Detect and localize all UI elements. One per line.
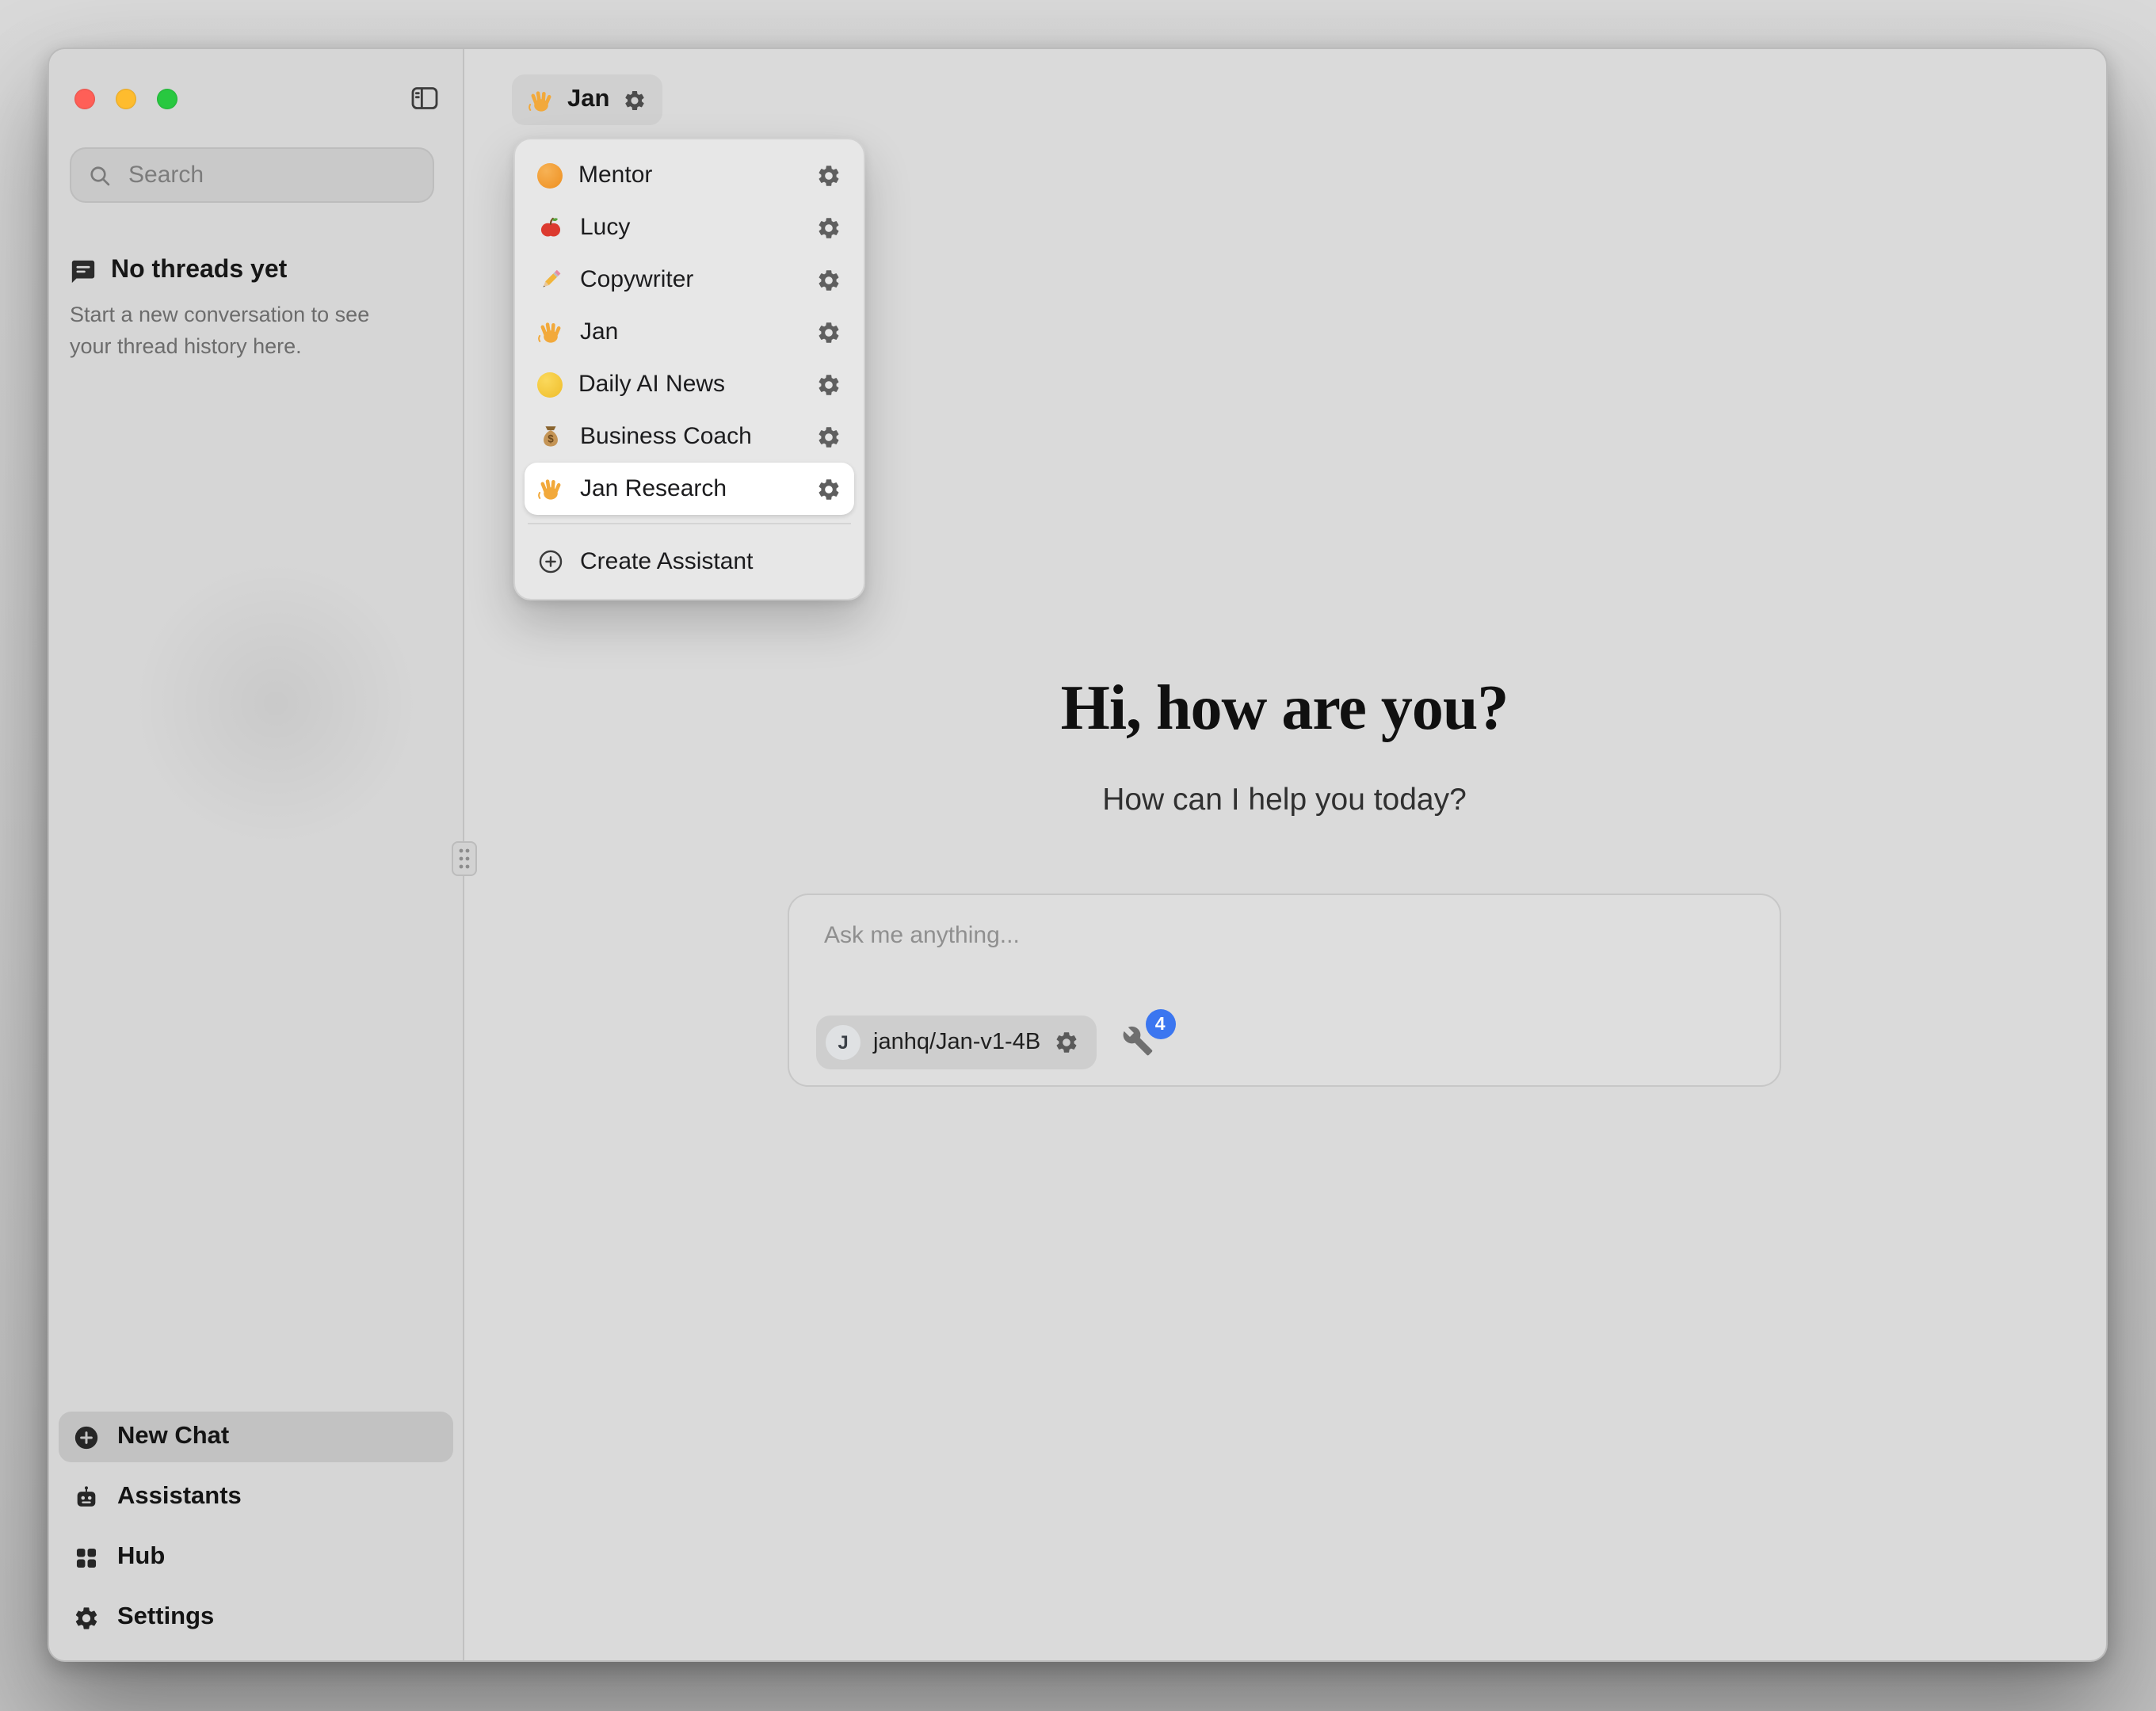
menu-item-label: Daily AI News <box>578 371 800 398</box>
search-field[interactable] <box>70 147 434 203</box>
gear-icon[interactable] <box>816 372 841 397</box>
sidebar-item-label: Hub <box>117 1543 165 1572</box>
menu-item-label: Jan <box>580 318 800 345</box>
sidebar-item-label: New Chat <box>117 1423 229 1451</box>
assistant-dropdown-menu: Mentor Lucy Copywriter Jan Daily AI News <box>513 138 865 600</box>
sidebar-smudge <box>78 505 474 901</box>
menu-item-label: Business Coach <box>580 423 800 450</box>
composer-card[interactable]: J janhq/Jan-v1-4B 4 <box>788 894 1781 1087</box>
gear-icon <box>73 1604 100 1631</box>
assistant-settings-gear-icon[interactable] <box>622 88 646 112</box>
assistant-selector-button[interactable]: Jan <box>512 74 662 125</box>
empty-state-title: No threads yet <box>111 257 287 285</box>
orange-circle-icon <box>537 162 563 188</box>
composer-toolbar: J janhq/Jan-v1-4B 4 <box>816 1016 1156 1069</box>
menu-item-business-coach[interactable]: Business Coach <box>525 410 854 463</box>
sidebar-item-label: Assistants <box>117 1483 242 1511</box>
menu-item-mentor[interactable]: Mentor <box>525 149 854 201</box>
menu-item-jan[interactable]: Jan <box>525 306 854 358</box>
grid-icon <box>73 1544 100 1571</box>
menu-item-label: Copywriter <box>580 266 800 293</box>
chat-bubble-icon <box>70 257 97 284</box>
tools-count-badge: 4 <box>1145 1009 1175 1039</box>
main-content: Hi, how are you? How can I help you toda… <box>463 670 2106 1087</box>
wave-hand-icon <box>537 318 564 345</box>
sidebar-item-settings[interactable]: Settings <box>59 1592 453 1643</box>
menu-item-jan-research[interactable]: Jan Research <box>525 463 854 515</box>
desktop: No threads yet Start a new conversation … <box>0 0 2156 1711</box>
plus-circle-icon <box>73 1423 100 1450</box>
sidebar-item-label: Settings <box>117 1603 214 1632</box>
gear-icon[interactable] <box>816 215 841 240</box>
gear-icon[interactable] <box>816 162 841 188</box>
sidebar-item-hub[interactable]: Hub <box>59 1532 453 1583</box>
pencil-icon <box>537 266 564 293</box>
current-assistant-name: Jan <box>567 86 609 114</box>
create-assistant-label: Create Assistant <box>580 547 753 574</box>
gear-icon[interactable] <box>816 424 841 449</box>
gear-icon[interactable] <box>816 267 841 292</box>
tools-button[interactable]: 4 <box>1121 1025 1156 1060</box>
sidebar-toggle-icon <box>409 82 441 114</box>
greeting-subtitle: How can I help you today? <box>463 779 2106 821</box>
menu-separator <box>528 523 851 524</box>
wave-hand-icon <box>528 86 555 113</box>
sidebar: No threads yet Start a new conversation … <box>49 49 464 1660</box>
model-settings-gear-icon[interactable] <box>1053 1030 1078 1055</box>
apple-icon <box>537 214 564 241</box>
wave-hand-icon <box>537 475 564 502</box>
sidebar-toggle-button[interactable] <box>407 81 442 116</box>
app-window: No threads yet Start a new conversation … <box>48 48 2108 1662</box>
create-assistant-button[interactable]: Create Assistant <box>525 532 854 589</box>
sidebar-item-new-chat[interactable]: New Chat <box>59 1412 453 1462</box>
search-icon <box>87 162 113 188</box>
menu-item-daily-ai-news[interactable]: Daily AI News <box>525 358 854 410</box>
menu-item-label: Jan Research <box>580 475 800 502</box>
empty-state-header: No threads yet <box>70 257 287 285</box>
zoom-window-button[interactable] <box>157 89 177 109</box>
search-input[interactable] <box>125 160 417 190</box>
sidebar-item-assistants[interactable]: Assistants <box>59 1472 453 1522</box>
robot-icon <box>73 1484 100 1511</box>
close-window-button[interactable] <box>74 89 95 109</box>
yellow-circle-icon <box>537 372 563 397</box>
model-selector-button[interactable]: J janhq/Jan-v1-4B <box>816 1016 1096 1069</box>
message-input[interactable] <box>821 920 1748 951</box>
window-controls <box>74 89 177 109</box>
menu-item-label: Lucy <box>580 214 800 241</box>
greeting-title: Hi, how are you? <box>463 670 2106 746</box>
model-name: janhq/Jan-v1-4B <box>873 1030 1040 1055</box>
plus-circle-outline-icon <box>537 547 564 574</box>
money-bag-icon <box>537 423 564 450</box>
gear-icon[interactable] <box>816 319 841 345</box>
menu-item-copywriter[interactable]: Copywriter <box>525 253 854 306</box>
gear-icon[interactable] <box>816 476 841 501</box>
minimize-window-button[interactable] <box>116 89 136 109</box>
menu-item-label: Mentor <box>578 162 800 189</box>
menu-item-lucy[interactable]: Lucy <box>525 201 854 253</box>
model-avatar: J <box>826 1025 860 1060</box>
empty-state-description: Start a new conversation to see your thr… <box>70 299 406 364</box>
sidebar-nav: New Chat Assistants Hub Settings <box>59 1412 453 1643</box>
